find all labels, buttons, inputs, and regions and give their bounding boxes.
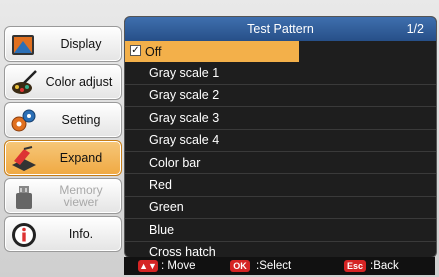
- option-label: Green: [149, 200, 184, 215]
- option-label: Gray scale 2: [149, 88, 220, 103]
- info-icon: [12, 223, 36, 247]
- option-label: Color bar: [149, 155, 201, 170]
- option-gray-scale-3[interactable]: Gray scale 3: [125, 107, 436, 130]
- sidebar-item-label: Display: [60, 37, 102, 51]
- page-indicator: 1/2: [406, 22, 424, 36]
- panel-header: Test Pattern 1/2: [125, 17, 436, 41]
- display-icon: [12, 35, 34, 55]
- option-label: Red: [149, 178, 172, 193]
- option-off[interactable]: ✓ Off: [125, 41, 299, 63]
- option-blue[interactable]: Blue: [125, 219, 436, 242]
- memory-viewer-icon: [16, 186, 32, 209]
- option-green[interactable]: Green: [125, 197, 436, 220]
- back-hint: :Back: [370, 260, 399, 272]
- sidebar-item-color-adjust[interactable]: Color adjust: [4, 64, 122, 100]
- sidebar-item-label: Memory viewer: [59, 183, 103, 209]
- sidebar-item-memory-viewer[interactable]: Memory viewer: [4, 178, 122, 214]
- option-gray-scale-1[interactable]: Gray scale 1: [125, 62, 436, 85]
- ok-key-icon: OK: [230, 260, 250, 272]
- sidebar-item-label: Info.: [68, 227, 94, 241]
- option-label: Off: [145, 44, 162, 59]
- option-gray-scale-2[interactable]: Gray scale 2: [125, 85, 436, 108]
- sidebar-item-label: Color adjust: [45, 75, 113, 89]
- option-label: Gray scale 3: [149, 110, 220, 125]
- option-list: ✓ Off Gray scale 1 Gray scale 2 Gray sca…: [125, 41, 436, 257]
- option-label: Gray scale 4: [149, 133, 220, 148]
- select-hint: :Select: [256, 260, 292, 272]
- sidebar-item-label: Expand: [59, 151, 103, 165]
- option-red[interactable]: Red: [125, 174, 436, 197]
- key-guide-footer: ▲▼ : Move OK :Select Esc :Back: [124, 257, 435, 275]
- expand-icon: [12, 146, 36, 171]
- projector-menu: Display Color adjust Setting Expand Memo…: [0, 0, 439, 277]
- option-gray-scale-4[interactable]: Gray scale 4: [125, 130, 436, 152]
- option-label: Blue: [149, 222, 175, 237]
- setting-icon: [11, 109, 36, 132]
- sidebar-item-info[interactable]: Info.: [4, 216, 122, 252]
- check-icon: ✓: [130, 45, 141, 56]
- test-pattern-panel: Test Pattern 1/2 ✓ Off Gray scale 1 Gray…: [124, 16, 437, 258]
- sidebar-item-setting[interactable]: Setting: [4, 102, 122, 138]
- esc-key-icon: Esc: [344, 260, 366, 272]
- sidebar-item-expand[interactable]: Expand: [4, 140, 122, 176]
- option-label: Gray scale 1: [149, 66, 220, 81]
- sidebar-item-label: Setting: [61, 113, 101, 127]
- panel-title: Test Pattern: [247, 22, 314, 36]
- sidebar-item-display[interactable]: Display: [4, 26, 122, 62]
- option-color-bar[interactable]: Color bar: [125, 152, 436, 175]
- color-adjust-icon: [12, 70, 37, 94]
- option-cross-hatch[interactable]: Cross hatch: [125, 242, 436, 257]
- up-down-key-icon: ▲▼: [138, 260, 158, 272]
- sidebar-menu: Display Color adjust Setting Expand Memo…: [4, 26, 122, 252]
- move-hint: : Move: [161, 260, 196, 272]
